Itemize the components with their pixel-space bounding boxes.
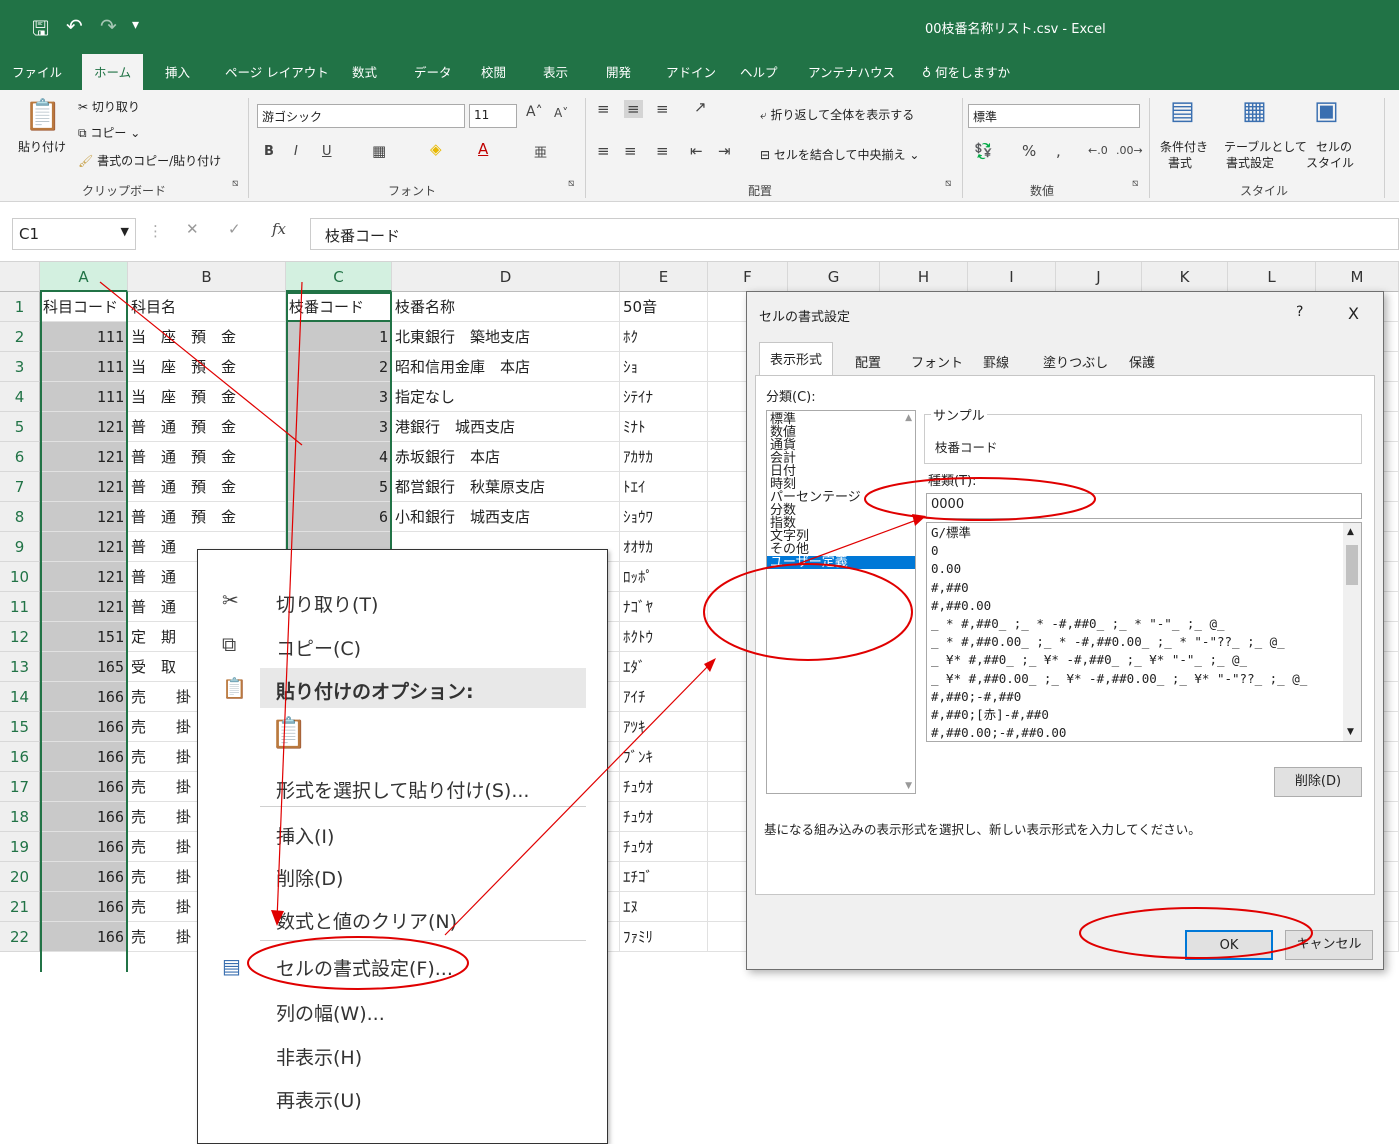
highlight-ellipse (247, 936, 469, 990)
annotation-arrow-line (99, 281, 303, 446)
annotation-lines (99, 281, 923, 936)
annotation-ellipses (247, 477, 1313, 990)
annotation-arrow-line (276, 281, 303, 921)
highlight-ellipse (864, 477, 1096, 521)
annotation-arrow-line (444, 661, 713, 936)
arrowhead-icon (271, 910, 284, 926)
highlight-ellipse (703, 563, 913, 661)
highlight-ellipse (1079, 907, 1313, 959)
arrowhead-icon (704, 658, 716, 672)
annotation-overlay (99, 281, 1313, 990)
annotation-arrowheads (271, 514, 926, 926)
annotation-arrow-line (794, 517, 923, 566)
